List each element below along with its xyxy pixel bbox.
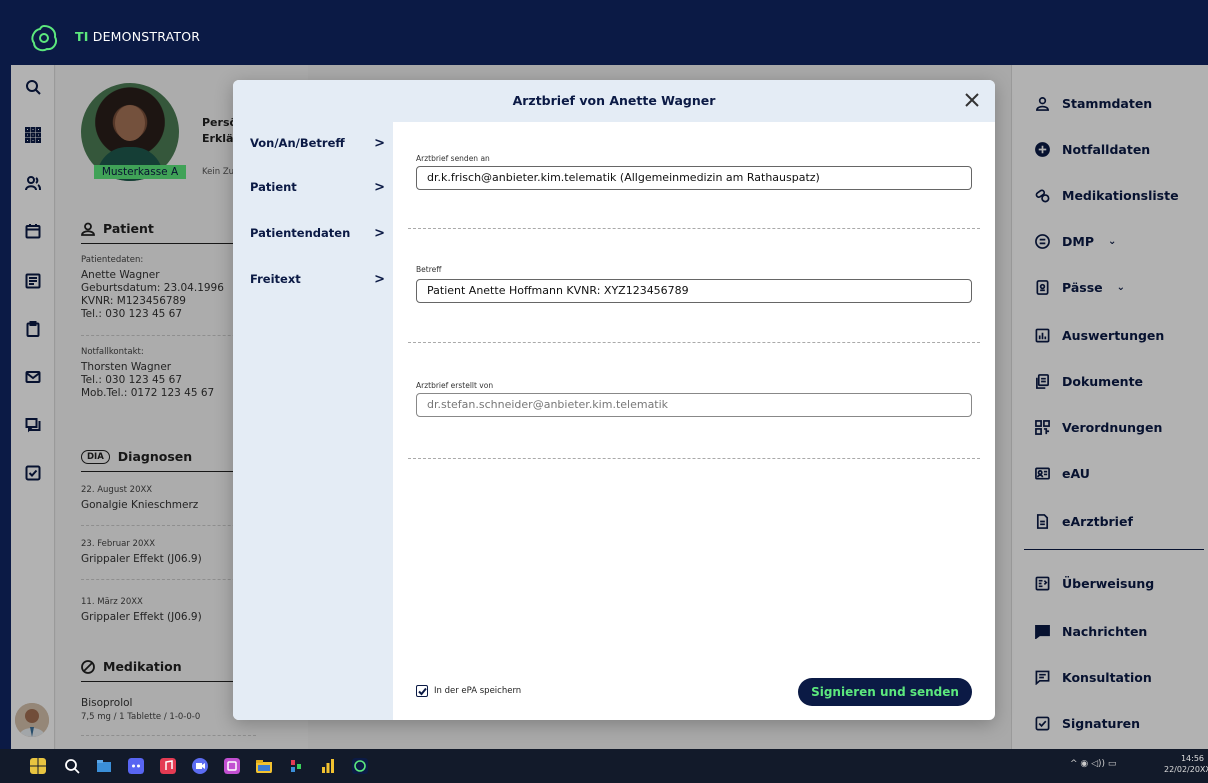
subject-input[interactable]: Patient Anette Hoffmann KVNR: XYZ1234567… [416,279,972,303]
search-icon[interactable] [64,758,80,774]
divider [408,458,980,459]
tab-patient[interactable]: Patient > [250,180,385,195]
author-label: Arztbrief erstellt von [416,381,494,390]
tab-von-an-betreff[interactable]: Von/An/Betreff > [250,136,385,151]
close-icon [965,93,979,107]
send-to-input[interactable]: dr.k.frisch@anbieter.kim.telematik (Allg… [416,166,972,190]
modal-title: Arztbrief von Anette Wagner [512,93,716,108]
arztbrief-modal: Arztbrief von Anette Wagner Von/An/Betre… [233,80,995,720]
epa-checkbox[interactable]: In der ePA speichern [416,685,521,697]
tab-patientendaten[interactable]: Patientendaten > [250,226,385,241]
modal-header: Arztbrief von Anette Wagner [233,80,995,122]
epa-label: In der ePA speichern [434,686,522,696]
chevron-right-icon: > [374,226,385,241]
top-bar: TI DEMONSTRATOR [11,11,1208,65]
app-title: TI DEMONSTRATOR [75,29,201,44]
system-tray[interactable]: ^ ◉ ◁)) ▭ [1070,759,1116,769]
divider [408,228,980,229]
author-input[interactable]: dr.stefan.schneider@anbieter.kim.telemat… [416,393,972,417]
tab-freitext[interactable]: Freitext > [250,272,385,287]
chevron-right-icon: > [374,272,385,287]
close-button[interactable] [963,91,981,109]
divider [408,342,980,343]
discord-icon[interactable] [128,758,144,774]
video-call-icon[interactable] [192,758,208,774]
music-app-icon[interactable] [160,758,176,774]
app-icon[interactable] [288,758,304,774]
checkbox-icon[interactable] [416,685,428,697]
app-logo-icon [31,24,57,52]
teams-icon[interactable] [224,758,240,774]
taskbar: ^ ◉ ◁)) ▭ 14:56 22/02/20XX [0,749,1208,783]
chevron-right-icon: > [374,180,385,195]
clock: 14:56 22/02/20XX [1164,754,1208,774]
windows-start-icon[interactable] [30,758,46,774]
app-screen: TI DEMONSTRATOR Musterkasse A Persö Erklä… [11,11,1208,749]
file-explorer-icon[interactable] [96,758,112,774]
sign-and-send-button[interactable]: Signieren und senden [798,678,972,706]
ti-app-icon[interactable] [352,758,368,774]
subject-label: Betreff [416,265,442,274]
chevron-right-icon: > [374,136,385,151]
send-to-label: Arztbrief senden an [416,154,490,163]
chart-app-icon[interactable] [320,758,336,774]
folder-icon[interactable] [256,758,272,774]
modal-tabs: Von/An/Betreff > Patient > Patientendaten >… [233,122,393,720]
